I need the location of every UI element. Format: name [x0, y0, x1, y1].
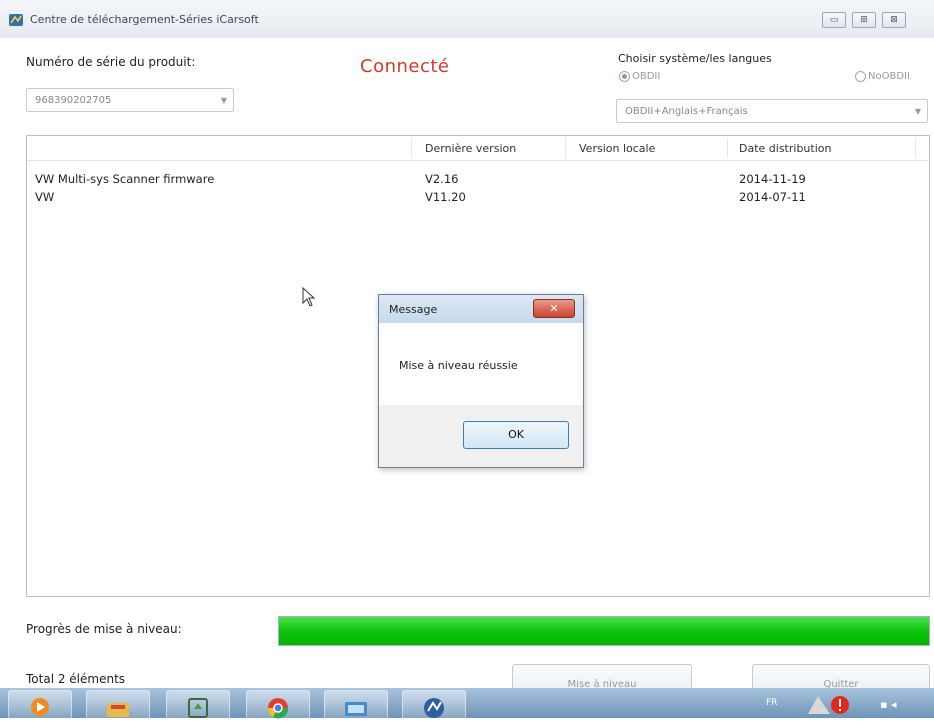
folder-icon — [107, 703, 129, 717]
serial-value: 968390202705 — [35, 95, 112, 106]
column-separator — [411, 138, 412, 158]
window-title: Centre de téléchargement-Séries iCarsoft — [30, 13, 259, 26]
connection-status: Connecté — [360, 56, 450, 77]
column-separator — [727, 138, 728, 158]
row-1-latest: V2.16 — [425, 172, 459, 186]
action-center-warning-icon[interactable] — [800, 692, 860, 718]
progress-bar — [278, 616, 930, 646]
app-icon — [9, 14, 23, 26]
recycle-icon — [188, 698, 208, 718]
serial-select[interactable]: 968390202705 ▼ — [26, 88, 234, 112]
chrome-icon — [267, 698, 289, 719]
taskbar-icarsoft[interactable] — [402, 690, 466, 720]
language-value: OBDII+Anglais+Français — [625, 106, 748, 117]
minimize-button[interactable]: ▭ — [822, 12, 846, 28]
row-2-latest: V11.20 — [425, 190, 466, 204]
serial-label: Numéro de série du produit: — [26, 55, 196, 69]
row-1-date: 2014-11-19 — [739, 172, 806, 186]
obd-radio-label: OBDII — [632, 71, 661, 82]
taskbar-recycle[interactable] — [166, 690, 230, 720]
tray-overflow-icon[interactable]: ▪ ◂ — [880, 698, 896, 711]
row-1-name[interactable]: VW Multi-sys Scanner firmware — [35, 172, 214, 186]
language-indicator[interactable]: FR — [766, 698, 777, 708]
dialog-title: Message — [389, 303, 438, 316]
chevron-down-icon: ▼ — [220, 96, 227, 105]
noobd-radio[interactable] — [855, 71, 866, 82]
message-dialog: Message ✕ Mise à niveau réussie OK — [378, 294, 584, 468]
column-date[interactable]: Date distribution — [739, 142, 831, 155]
media-player-icon — [31, 698, 49, 716]
row-2-name[interactable]: VW — [35, 190, 54, 204]
noobd-radio-label: NoOBDII — [868, 71, 910, 82]
dialog-close-button[interactable]: ✕ — [533, 299, 575, 318]
obd-radio[interactable] — [619, 71, 630, 82]
column-local-version[interactable]: Version locale — [579, 142, 655, 155]
ok-button[interactable]: OK — [463, 421, 569, 449]
chevron-down-icon: ▼ — [914, 107, 921, 116]
taskbar-media-player[interactable] — [8, 690, 72, 720]
list-header: Dernière version Version locale Date dis… — [27, 136, 929, 161]
progress-fill — [279, 617, 929, 645]
column-separator — [565, 138, 566, 158]
total-items-label: Total 2 éléments — [26, 672, 126, 686]
mouse-cursor-icon — [302, 287, 316, 307]
icarsoft-icon — [424, 698, 444, 718]
row-2-date: 2014-07-11 — [739, 190, 806, 204]
column-latest-version[interactable]: Dernière version — [425, 142, 516, 155]
taskbar-chrome[interactable] — [246, 690, 310, 720]
progress-label: Progrès de mise à niveau: — [26, 622, 182, 636]
language-label: Choisir système/les langues — [618, 52, 772, 65]
dialog-message: Mise à niveau réussie — [399, 359, 518, 372]
language-select[interactable]: OBDII+Anglais+Français ▼ — [616, 99, 928, 123]
taskbar-explorer[interactable] — [86, 690, 150, 720]
column-separator — [915, 138, 916, 158]
close-button[interactable]: ⊠ — [882, 12, 906, 28]
maximize-button[interactable]: ⊞ — [852, 12, 876, 28]
network-icon — [345, 702, 367, 716]
taskbar-network[interactable] — [324, 690, 388, 720]
close-icon: ✕ — [549, 302, 559, 315]
